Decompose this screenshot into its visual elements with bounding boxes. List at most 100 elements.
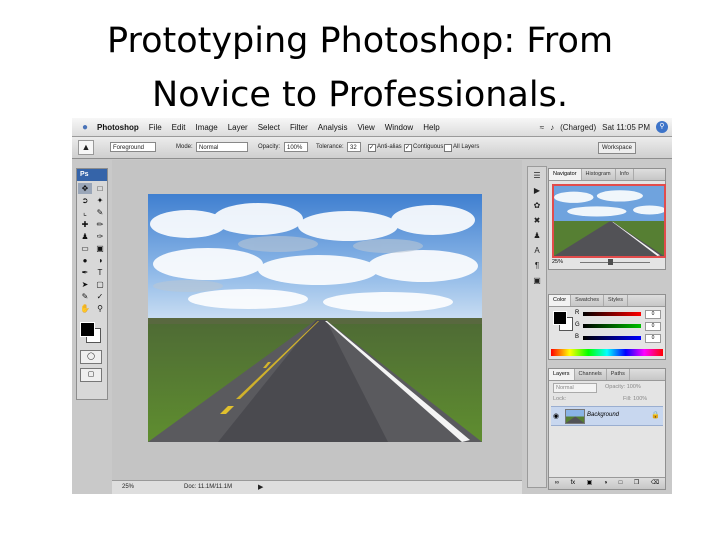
tab-styles[interactable]: Styles	[604, 295, 628, 306]
link-layers-icon[interactable]: ∞	[555, 478, 559, 489]
battery-status[interactable]: (Charged)	[560, 123, 596, 132]
notes-tool-icon[interactable]: ✎	[78, 291, 92, 302]
antialias-checkbox[interactable]	[368, 144, 376, 152]
navigator-zoom-value[interactable]: 25%	[552, 259, 563, 265]
status-arrow-icon[interactable]: ▶	[258, 483, 263, 491]
mode-select[interactable]: Normal	[196, 142, 248, 152]
eraser-tool-icon[interactable]: ▭	[78, 243, 92, 254]
color-r-value[interactable]: 0	[645, 310, 661, 319]
color-g-value[interactable]: 0	[645, 322, 661, 331]
foreground-color-swatch[interactable]	[80, 322, 95, 337]
clone-stamp-tool-icon[interactable]: ♟	[78, 231, 92, 242]
adjustment-layer-icon[interactable]: ◑	[604, 478, 608, 489]
shape-tool-icon[interactable]: ▢	[93, 279, 107, 290]
layer-lock-label: Lock:	[553, 396, 567, 402]
color-g-slider[interactable]	[583, 324, 641, 328]
navigator-zoom-slider[interactable]	[580, 262, 650, 263]
tab-histogram[interactable]: Histogram	[582, 169, 616, 180]
slice-tool-icon[interactable]: ✎	[93, 207, 107, 218]
contiguous-checkbox[interactable]	[404, 144, 412, 152]
tab-info[interactable]: Info	[616, 169, 634, 180]
tab-paths[interactable]: Paths	[607, 369, 630, 380]
path-selection-tool-icon[interactable]: ➤	[78, 279, 92, 290]
all-layers-checkbox[interactable]	[444, 144, 452, 152]
menu-view[interactable]: View	[358, 123, 375, 132]
history-brush-tool-icon[interactable]: ✑	[93, 231, 107, 242]
quick-mask-icon[interactable]: ◯	[80, 350, 102, 364]
navigator-thumbnail[interactable]	[552, 184, 666, 258]
menu-filter[interactable]: Filter	[290, 123, 308, 132]
dock-character-icon[interactable]: A	[530, 245, 544, 257]
wifi-icon[interactable]: ≈	[540, 123, 544, 132]
spotlight-search-icon[interactable]: ⚲	[656, 121, 668, 133]
menu-analysis[interactable]: Analysis	[318, 123, 348, 132]
color-b-slider[interactable]	[583, 336, 641, 340]
layer-blend-mode-select[interactable]: Normal	[553, 383, 597, 393]
tab-navigator[interactable]: Navigator	[549, 169, 582, 180]
dock-paragraph-icon[interactable]: ¶	[530, 260, 544, 272]
dock-tool-presets-icon[interactable]: ✖	[530, 215, 544, 227]
new-group-icon[interactable]: □	[619, 478, 623, 489]
menu-file[interactable]: File	[149, 123, 162, 132]
color-panel: Color Swatches Styles R 0 G 0 B 0	[548, 294, 666, 360]
dock-actions-icon[interactable]: ▶	[530, 185, 544, 197]
move-tool-icon[interactable]: ✥	[78, 183, 92, 194]
paint-bucket-tool-preset-icon[interactable]: ▲	[78, 140, 94, 155]
layer-mask-icon[interactable]: ▣	[587, 478, 593, 489]
layer-row-background[interactable]: ◉ Background 🔒	[551, 406, 663, 426]
tab-layers[interactable]: Layers	[549, 369, 575, 380]
navigator-zoom-slider-knob[interactable]	[608, 259, 613, 265]
menu-window[interactable]: Window	[385, 123, 413, 132]
menu-image[interactable]: Image	[195, 123, 217, 132]
tab-color[interactable]: Color	[549, 295, 572, 306]
crop-tool-icon[interactable]: ⌞	[78, 207, 92, 218]
color-b-value[interactable]: 0	[645, 334, 661, 343]
status-zoom[interactable]: 25%	[122, 484, 134, 490]
layer-fill[interactable]: Fill: 100%	[623, 396, 647, 402]
layer-visibility-eye-icon[interactable]: ◉	[553, 412, 559, 420]
apple-menu-icon[interactable]: ●	[78, 122, 92, 133]
layer-style-icon[interactable]: fx	[570, 478, 575, 489]
zoom-tool-icon[interactable]: ⚲	[93, 303, 107, 314]
tab-swatches[interactable]: Swatches	[571, 295, 605, 306]
delete-layer-icon[interactable]: ⌫	[651, 478, 659, 489]
dock-history-icon[interactable]: ☰	[530, 170, 544, 182]
menu-edit[interactable]: Edit	[172, 123, 186, 132]
menu-help[interactable]: Help	[423, 123, 439, 132]
clock[interactable]: Sat 11:05 PM	[602, 123, 650, 132]
layer-fill-value[interactable]: 100%	[633, 396, 647, 402]
dock-brushes-icon[interactable]: ✿	[530, 200, 544, 212]
dock-layer-comps-icon[interactable]: ▣	[530, 275, 544, 287]
gradient-tool-icon[interactable]: ▣	[93, 243, 107, 254]
pen-tool-icon[interactable]: ✒	[78, 267, 92, 278]
blur-tool-icon[interactable]: ●	[78, 255, 92, 266]
tab-channels[interactable]: Channels	[575, 369, 607, 380]
brush-tool-icon[interactable]: ✏	[93, 219, 107, 230]
eyedropper-tool-icon[interactable]: ✓	[93, 291, 107, 302]
magic-wand-tool-icon[interactable]: ✦	[93, 195, 107, 206]
marquee-tool-icon[interactable]: □	[93, 183, 107, 194]
layer-opacity-value[interactable]: 100%	[627, 384, 641, 390]
hand-tool-icon[interactable]: ✋	[78, 303, 92, 314]
tools-panel: Ps ✥ □ ➲ ✦ ⌞ ✎ ✚ ✏ ♟ ✑ ▭ ▣ ● ◑ ✒ T ➤ ▢ ✎…	[76, 168, 108, 400]
healing-brush-tool-icon[interactable]: ✚	[78, 219, 92, 230]
screen-mode-icon[interactable]: ▢	[80, 368, 102, 382]
menu-layer[interactable]: Layer	[228, 123, 248, 132]
color-panel-foreground-swatch[interactable]	[553, 311, 567, 325]
document-canvas[interactable]	[148, 194, 482, 442]
layer-opacity[interactable]: Opacity: 100%	[605, 384, 641, 390]
volume-icon[interactable]: ♪	[550, 123, 554, 132]
menu-select[interactable]: Select	[258, 123, 280, 132]
lasso-tool-icon[interactable]: ➲	[78, 195, 92, 206]
dock-clone-source-icon[interactable]: ♟	[530, 230, 544, 242]
workspace-menu[interactable]: Workspace	[598, 142, 636, 154]
new-layer-icon[interactable]: ❐	[634, 478, 639, 489]
color-r-slider[interactable]	[583, 312, 641, 316]
tolerance-input[interactable]: 32	[347, 142, 361, 152]
dodge-tool-icon[interactable]: ◑	[93, 255, 107, 266]
type-tool-icon[interactable]: T	[93, 267, 107, 278]
fill-source-select[interactable]: Foreground	[110, 142, 156, 152]
opacity-input[interactable]: 100%	[284, 142, 308, 152]
menu-photoshop[interactable]: Photoshop	[97, 123, 139, 132]
color-spectrum-bar[interactable]	[551, 349, 663, 356]
